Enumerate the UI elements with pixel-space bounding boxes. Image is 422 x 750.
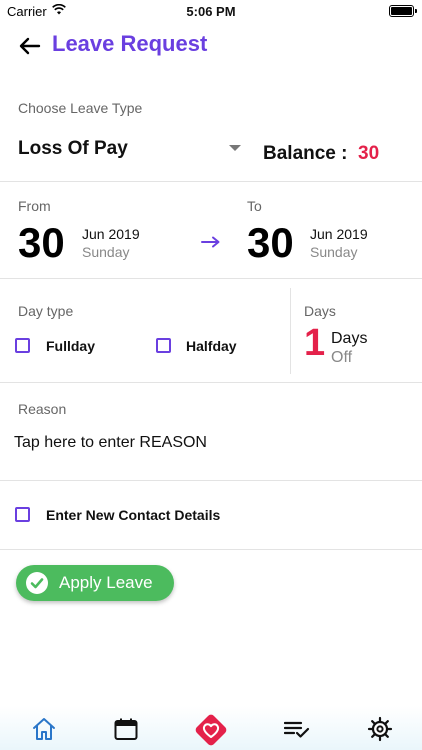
- reason-input[interactable]: Tap here to enter REASON: [14, 434, 394, 452]
- leave-type-label: Choose Leave Type: [18, 100, 143, 116]
- apply-leave-button[interactable]: Apply Leave: [16, 565, 174, 601]
- reason-label: Reason: [18, 401, 67, 417]
- back-arrow-icon[interactable]: [18, 34, 42, 58]
- vertical-divider: [290, 288, 291, 374]
- heart-icon[interactable]: [192, 711, 230, 749]
- gear-icon[interactable]: [367, 716, 393, 742]
- balance-value: 30: [358, 143, 380, 164]
- status-time: 5:06 PM: [186, 4, 236, 19]
- days-word: Days: [331, 330, 368, 347]
- divider: [0, 181, 422, 182]
- days-off-label: Off: [331, 349, 353, 366]
- status-bar: Carrier 5:06 PM: [0, 0, 422, 24]
- arrow-right-icon: [201, 236, 220, 248]
- from-label: From: [18, 198, 51, 214]
- contact-checkbox[interactable]: [15, 507, 30, 522]
- days-count: 1: [304, 322, 326, 364]
- from-date-day[interactable]: 30: [18, 219, 65, 267]
- to-weekday: Sunday: [310, 244, 358, 260]
- to-label: To: [247, 198, 262, 214]
- leave-type-select[interactable]: Loss Of Pay: [18, 138, 128, 160]
- day-type-label: Day type: [18, 303, 74, 319]
- leave-request-screen: Carrier 5:06 PM Leave Request Choose Lea…: [0, 0, 422, 750]
- to-date-day[interactable]: 30: [247, 219, 294, 267]
- fullday-checkbox[interactable]: [15, 338, 30, 353]
- balance-label: Balance :: [263, 143, 348, 164]
- divider: [0, 278, 422, 279]
- check-circle-icon: [26, 572, 48, 594]
- bottom-tab-bar: [0, 706, 422, 750]
- calendar-icon[interactable]: [113, 716, 139, 742]
- page-title: Leave Request: [52, 31, 208, 56]
- to-month-year[interactable]: Jun 2019: [310, 226, 368, 242]
- divider: [0, 382, 422, 383]
- fullday-label[interactable]: Fullday: [46, 338, 95, 354]
- checklist-icon[interactable]: [284, 716, 310, 742]
- divider: [0, 480, 422, 481]
- apply-leave-label: Apply Leave: [59, 573, 153, 592]
- home-icon[interactable]: [31, 716, 57, 742]
- from-month-year[interactable]: Jun 2019: [82, 226, 140, 242]
- dropdown-caret-icon[interactable]: [229, 145, 241, 151]
- divider: [0, 549, 422, 550]
- days-label: Days: [304, 303, 336, 319]
- contact-label[interactable]: Enter New Contact Details: [46, 507, 220, 523]
- battery-icon: [389, 5, 417, 17]
- halfday-checkbox[interactable]: [156, 338, 171, 353]
- halfday-label[interactable]: Halfday: [186, 338, 237, 354]
- from-weekday: Sunday: [82, 244, 130, 260]
